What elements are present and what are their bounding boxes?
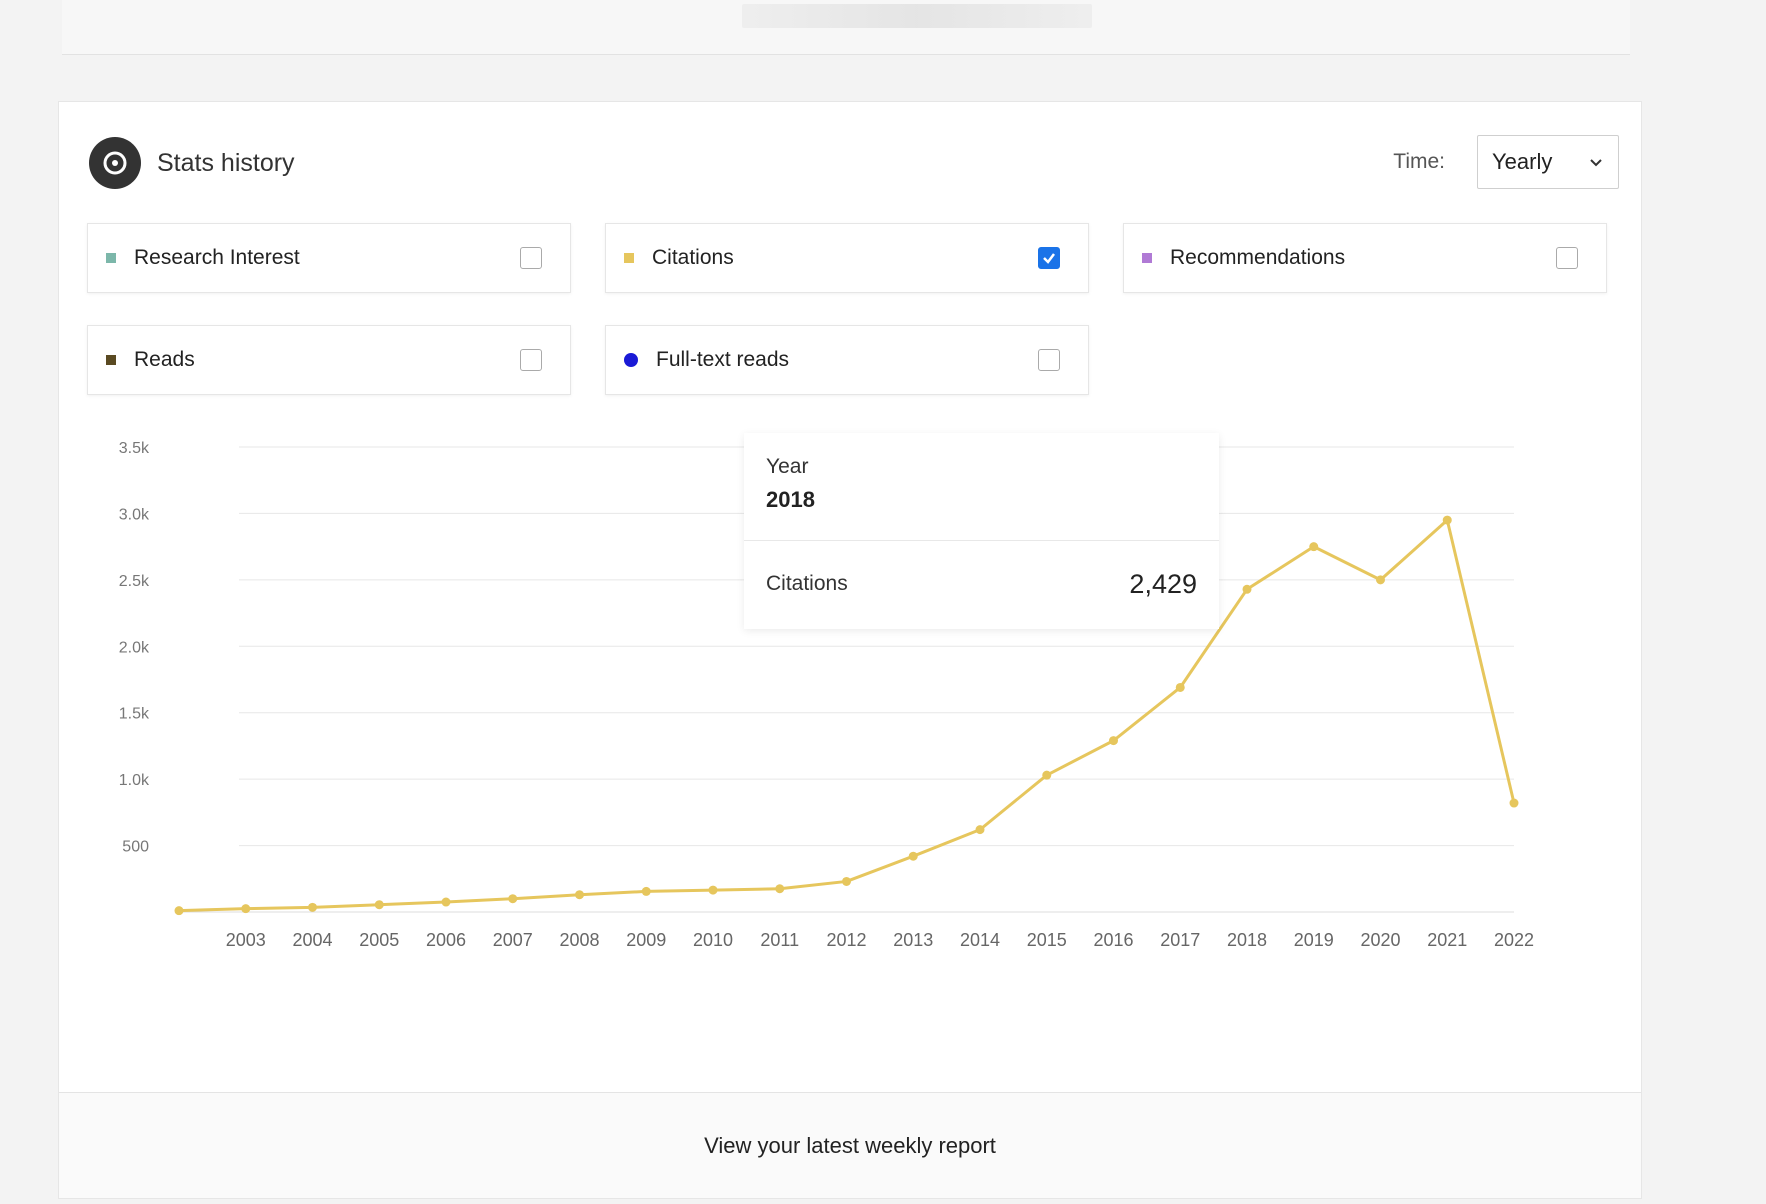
citations-point — [1242, 584, 1252, 594]
y-tick-label: 3.0k — [119, 506, 150, 523]
citations-point — [641, 886, 651, 896]
card-footer: View your latest weekly report — [59, 1092, 1641, 1198]
x-tick-label: 2006 — [426, 930, 466, 950]
citations-point — [241, 904, 251, 914]
citations-point — [908, 851, 918, 861]
y-tick-label: 2.0k — [119, 639, 150, 656]
citations-point — [1442, 515, 1452, 525]
citations-point — [508, 894, 518, 904]
faded-header-text — [742, 4, 1092, 28]
stats-history-card: Stats history Time: Yearly Research Inte… — [58, 101, 1642, 1199]
citations-point — [1175, 682, 1185, 692]
x-tick-label: 2009 — [626, 930, 666, 950]
x-tick-label: 2010 — [693, 930, 733, 950]
citations-point — [1109, 736, 1118, 746]
x-tick-label: 2022 — [1494, 930, 1534, 950]
weekly-report-link[interactable]: View your latest weekly report — [704, 1133, 996, 1159]
tooltip-year-label: Year — [766, 455, 809, 478]
tooltip-metric-value: 2,429 — [1129, 568, 1197, 599]
citations-point — [708, 885, 718, 895]
x-tick-label: 2011 — [760, 930, 799, 950]
citations-point — [1309, 542, 1319, 552]
y-tick-label: 500 — [122, 839, 149, 856]
citations-point — [775, 884, 785, 894]
x-tick-label: 2004 — [292, 930, 332, 950]
citations-point — [1042, 770, 1052, 780]
tooltip-row: Citations 2,429 — [744, 541, 1219, 627]
citations-point — [441, 897, 451, 907]
x-tick-label: 2018 — [1227, 930, 1267, 950]
citations-point — [374, 900, 384, 910]
y-tick-label: 3.5k — [119, 440, 150, 457]
x-tick-label: 2014 — [960, 930, 1000, 950]
x-tick-label: 2015 — [1027, 930, 1067, 950]
x-tick-label: 2007 — [493, 930, 533, 950]
citations-point — [308, 902, 317, 912]
x-tick-label: 2005 — [359, 930, 399, 950]
x-tick-label: 2019 — [1294, 930, 1334, 950]
x-tick-label: 2021 — [1427, 930, 1467, 950]
x-tick-label: 2003 — [226, 930, 266, 950]
x-tick-label: 2017 — [1160, 930, 1200, 950]
citations-point — [842, 876, 851, 886]
citations-point — [575, 890, 584, 900]
citations-point — [1509, 798, 1519, 808]
x-tick-label: 2016 — [1093, 930, 1133, 950]
citations-point — [174, 906, 184, 916]
y-tick-label: 2.5k — [119, 573, 150, 590]
previous-card — [62, 0, 1630, 55]
x-tick-label: 2013 — [893, 930, 933, 950]
tooltip-year-value: 2018 — [766, 487, 815, 512]
tooltip-header: Year 2018 — [744, 433, 1219, 541]
chart-tooltip: Year 2018 Citations 2,429 — [744, 433, 1219, 629]
x-tick-label: 2008 — [559, 930, 599, 950]
citations-point — [975, 825, 985, 835]
y-tick-label: 1.5k — [119, 706, 150, 723]
y-tick-label: 1.0k — [119, 772, 150, 789]
tooltip-metric-label: Citations — [766, 572, 848, 595]
citations-point — [1376, 575, 1385, 585]
x-tick-label: 2020 — [1360, 930, 1400, 950]
x-tick-label: 2012 — [826, 930, 866, 950]
